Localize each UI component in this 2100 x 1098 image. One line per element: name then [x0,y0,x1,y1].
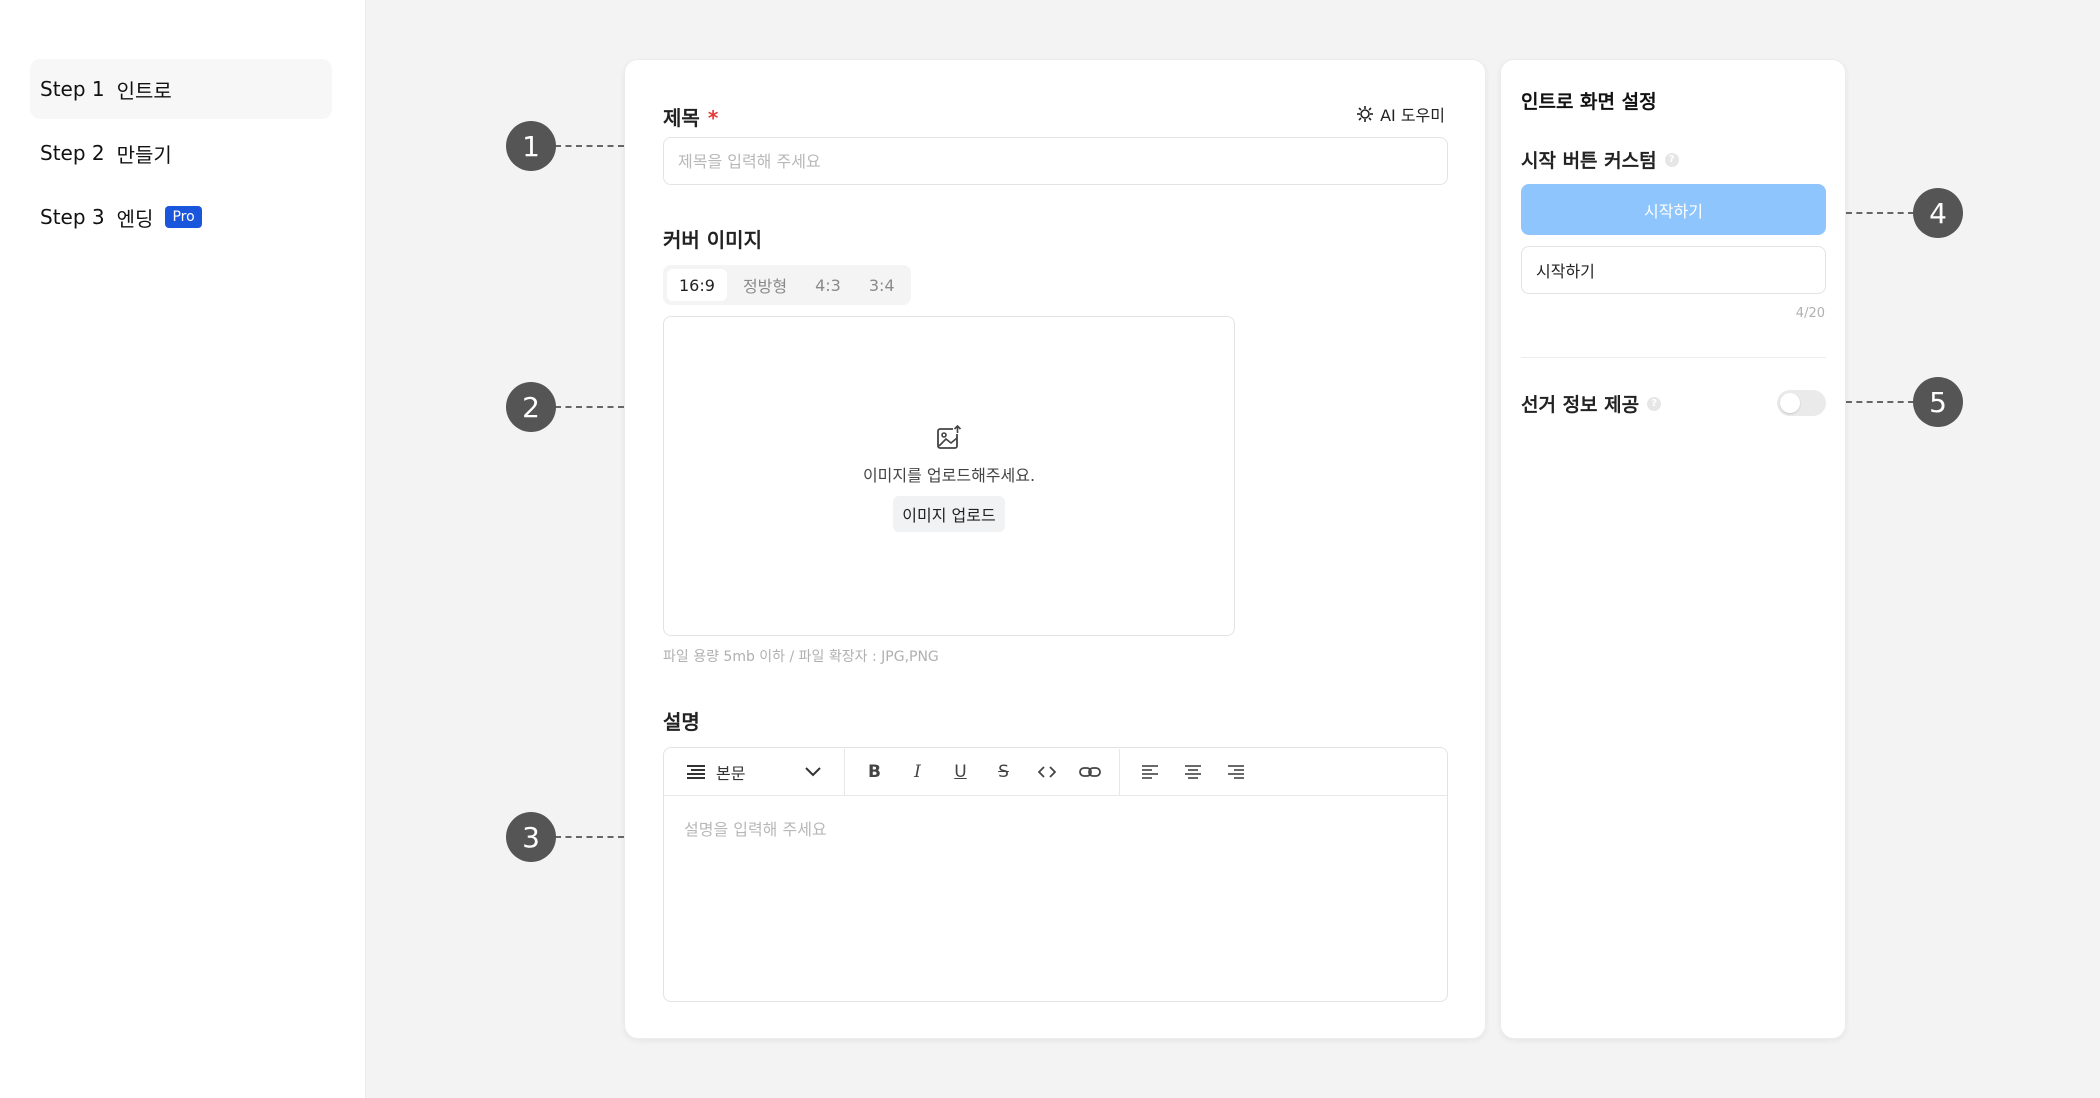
block-type-label: 본문 [716,763,746,783]
settings-title: 인트로 화면 설정 [1521,91,1657,113]
underline-icon[interactable]: U [939,752,982,792]
code-glyph [1037,765,1056,778]
step-ending[interactable]: Step 3 엔딩 Pro [30,187,332,247]
start-button-text-input[interactable] [1521,246,1826,294]
election-info-label: 선거 정보 제공 [1521,394,1640,416]
start-button-preview[interactable]: 시작하기 [1521,184,1826,235]
ratio-tab-16-9[interactable]: 16:9 [667,269,727,301]
ratio-tab-square[interactable]: 정방형 [731,269,799,301]
callout-leader [555,145,624,147]
title-input[interactable] [663,137,1448,185]
step-label: 만들기 [116,142,172,167]
italic-icon[interactable]: I [896,752,939,792]
step-number: Step 2 [40,141,105,165]
callout-leader [555,406,624,408]
chevron-down-icon [805,766,821,776]
step-number: Step 1 [40,77,105,101]
ai-helper-label: AI 도우미 [1380,106,1445,125]
divider [1521,357,1826,358]
title-label-row: 제목 * [663,102,718,131]
editor-toolbar: 본문 B I U S [664,748,1447,796]
align-left-icon[interactable] [1128,752,1171,792]
align-left-glyph [1141,764,1158,779]
step-label: 인트로 [116,78,172,103]
strikethrough-icon[interactable]: S [982,752,1025,792]
callout-leader [1846,401,1914,403]
ai-helper-button[interactable]: AI 도우미 [1356,102,1445,126]
char-counter: 4/20 [1795,306,1825,321]
callout-marker: 1 [506,121,556,171]
help-icon[interactable]: ? [1647,396,1662,411]
image-upload-button[interactable]: 이미지 업로드 [893,496,1005,532]
callout-marker: 3 [506,812,556,862]
step-create[interactable]: Step 2 만들기 [30,123,332,183]
intro-form-card: 제목 * AI 도우미 커버 이미지 16:9 정방형 4:3 3:4 [624,59,1486,1039]
block-type-select[interactable]: 본문 [686,760,836,784]
callout-leader [1846,212,1914,214]
description-input[interactable]: 설명을 입력해 주세요 [664,796,1447,860]
callout-marker: 4 [1913,188,1963,238]
align-center-icon[interactable] [1171,752,1214,792]
ratio-tab-4-3[interactable]: 4:3 [803,269,853,301]
callout-leader [555,836,624,838]
link-icon[interactable] [1068,752,1111,792]
file-hint: 파일 용량 5mb 이하 / 파일 확장자 : JPG,PNG [663,649,939,665]
toolbar-divider [1119,748,1120,795]
start-button-label-row: 시작 버튼 커스텀 ? [1521,146,1679,173]
paragraph-icon [687,764,705,779]
step-label: 엔딩 [116,206,154,231]
align-right-icon[interactable] [1214,752,1257,792]
step-intro[interactable]: Step 1 인트로 [30,59,332,119]
upload-instruction: 이미지를 업로드해주세요. [862,466,1036,485]
bold-icon[interactable]: B [853,752,896,792]
description-label: 설명 [663,710,700,734]
toolbar-divider [844,748,845,795]
help-icon[interactable]: ? [1664,152,1679,167]
callout-marker: 5 [1913,377,1963,427]
step-number: Step 3 [40,205,105,229]
start-button-label: 시작 버튼 커스텀 [1521,150,1657,172]
align-right-glyph [1227,764,1244,779]
description-editor: 본문 B I U S 설명을 입력해 주세요 [663,747,1448,1002]
election-info-label-row: 선거 정보 제공 ? [1521,390,1662,417]
code-icon[interactable] [1025,752,1068,792]
required-mark: * [707,106,719,130]
ratio-tab-3-4[interactable]: 3:4 [857,269,907,301]
image-upload-icon [937,425,962,449]
link-glyph [1078,766,1101,777]
pro-badge: Pro [165,206,202,228]
ratio-tabs: 16:9 정방형 4:3 3:4 [663,265,911,305]
sidebar: Step 1 인트로 Step 2 만들기 Step 3 엔딩 Pro [0,0,366,1098]
toggle-knob [1780,393,1800,413]
align-center-glyph [1184,764,1201,779]
sparkle-icon [1357,106,1374,122]
election-info-toggle[interactable] [1777,390,1826,416]
title-label: 제목 [663,106,700,130]
intro-settings-card: 인트로 화면 설정 시작 버튼 커스텀 ? 시작하기 4/20 선거 정보 제공… [1500,59,1846,1039]
callout-marker: 2 [506,382,556,432]
cover-image-label: 커버 이미지 [663,228,762,252]
image-upload-area[interactable]: 이미지를 업로드해주세요. 이미지 업로드 [663,316,1235,636]
